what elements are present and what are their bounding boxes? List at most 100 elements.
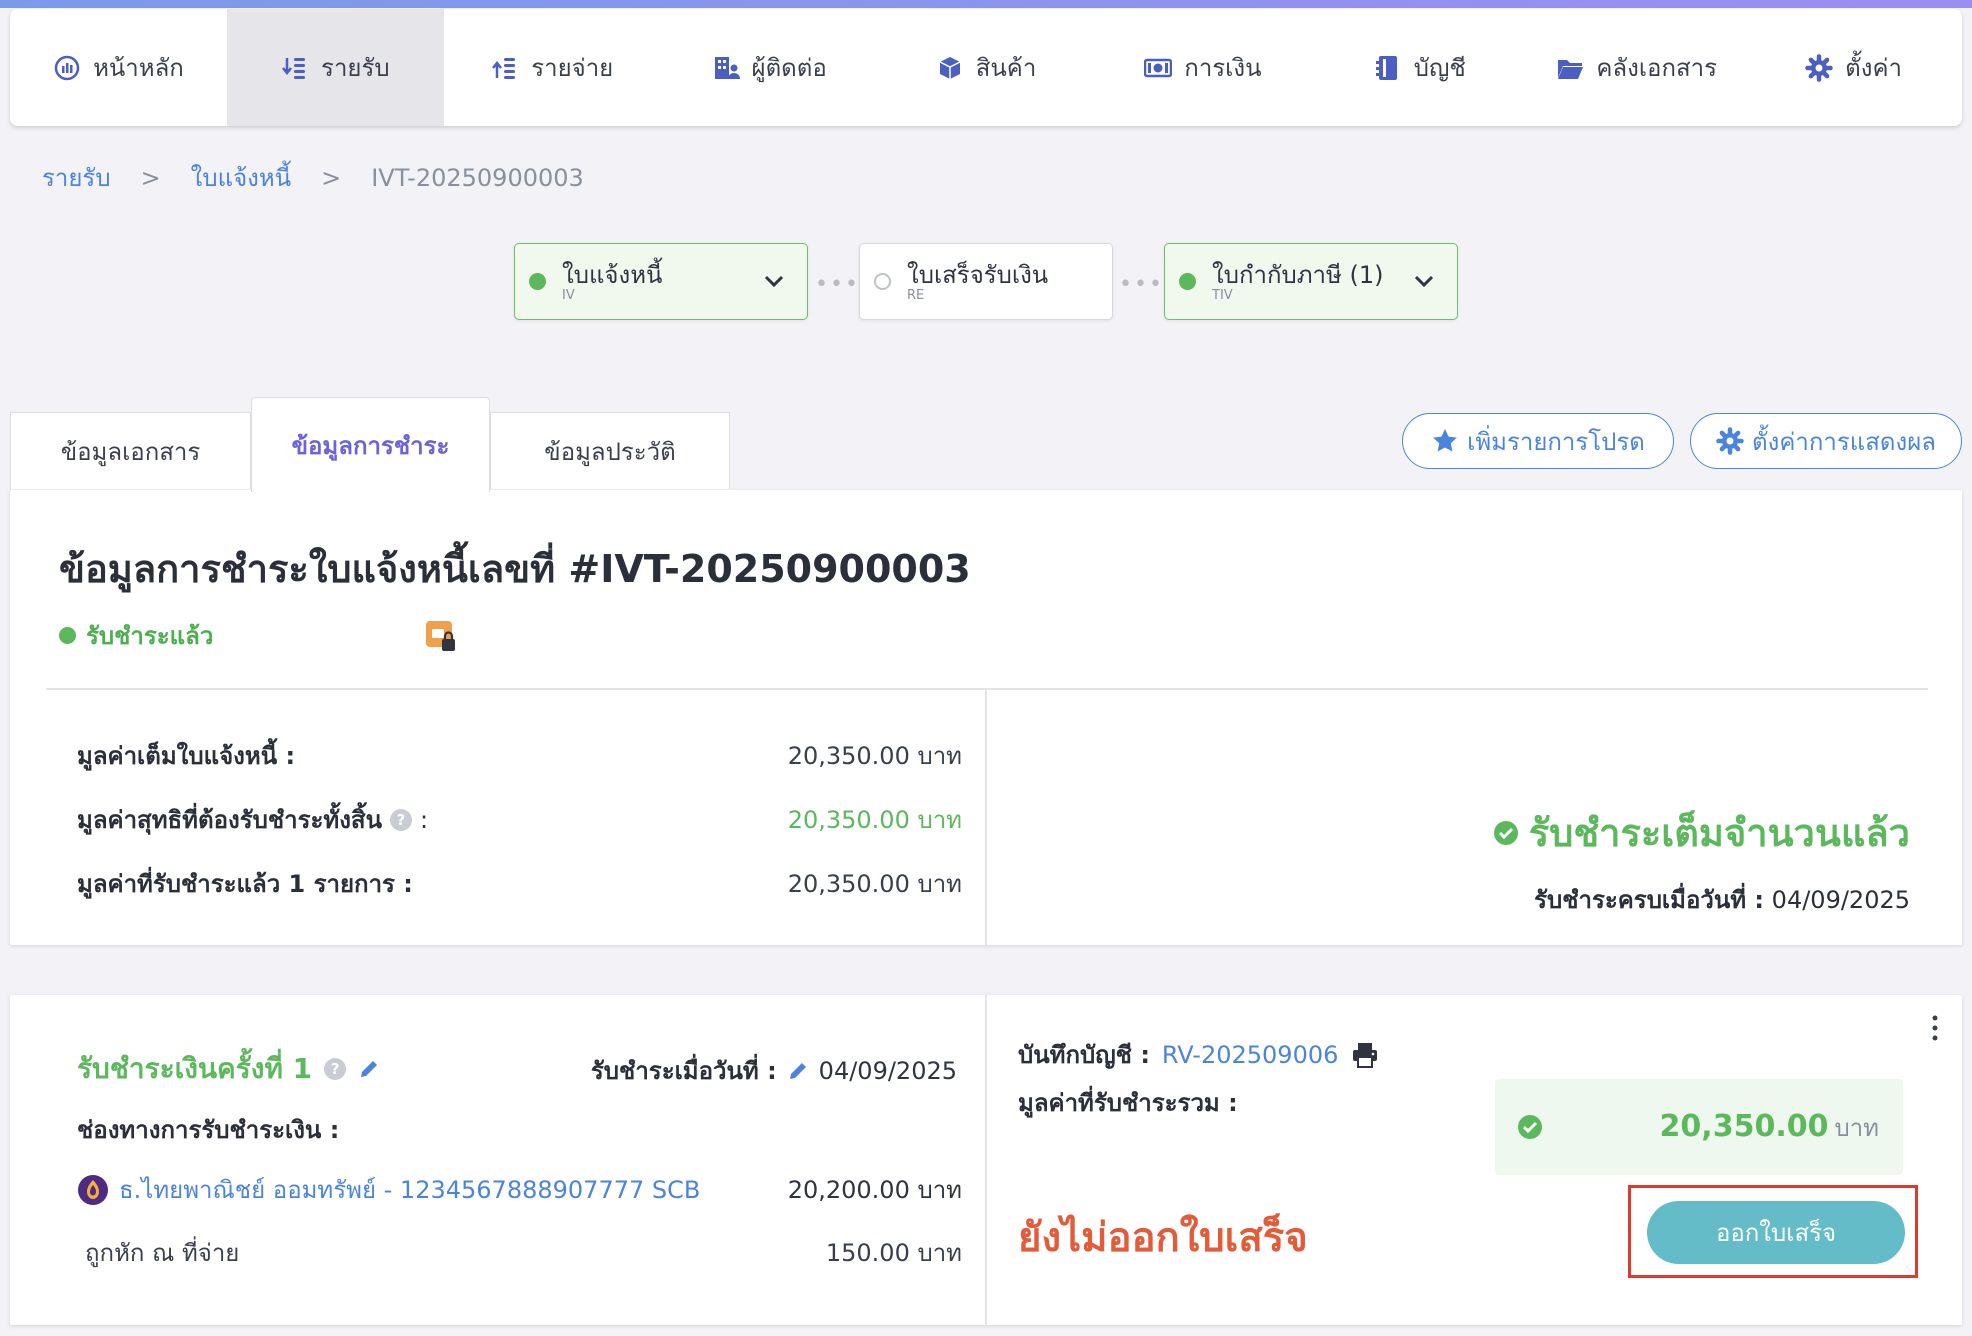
step-status-dot: [874, 273, 891, 290]
main-nav: หน้าหลัก รายรับ รายจ่าย ผู้ติดต่อ สินค้า…: [10, 9, 1962, 126]
paid-date-label: รับชำระครบเมื่อวันที่ :: [1534, 886, 1765, 914]
gear-icon: [1805, 53, 1833, 82]
page-title: ข้อมูลการชำระใบแจ้งหนี้เลขที่ #IVT-20250…: [59, 547, 971, 591]
row-label-suffix: :: [419, 805, 429, 834]
nav-label: คลังเอกสาร: [1596, 54, 1717, 82]
payment-title: รับชำระเงินครั้งที่ 1: [77, 1052, 313, 1085]
divider: [985, 995, 987, 1325]
edit-pencil-icon[interactable]: [358, 1058, 380, 1080]
payment-detail-card: รับชำระเงินครั้งที่ 1 ? รับชำระเมื่อวันท…: [10, 995, 1962, 1325]
withholding-label: ถูกหัก ณ ที่จ่าย: [85, 1239, 240, 1267]
step-code: RE: [907, 287, 925, 303]
account-record-link[interactable]: RV-202509006: [1162, 1041, 1338, 1069]
bank-account-link[interactable]: ธ.ไทยพาณิชย์ ออมทรัพย์ - 123456788890777…: [119, 1170, 700, 1209]
paid-in-full-status: รับชำระเต็มจำนวนแล้ว: [1493, 802, 1910, 863]
withholding-row: ถูกหัก ณ ที่จ่าย 150.00 บาท: [85, 1233, 962, 1272]
tab-document-info[interactable]: ข้อมูลเอกสาร: [10, 412, 251, 489]
chevron-down-icon[interactable]: [761, 268, 787, 294]
nav-label: หน้าหลัก: [93, 54, 184, 82]
step-code: TIV: [1212, 287, 1233, 303]
payment-summary-card: ข้อมูลการชำระใบแจ้งหนี้เลขที่ #IVT-20250…: [10, 490, 1962, 945]
nav-item-expense[interactable]: รายจ่าย: [444, 9, 661, 126]
breadcrumb-current: IVT-20250900003: [371, 163, 584, 192]
step-invoice[interactable]: ใบแจ้งหนี้ IV: [514, 243, 808, 320]
breadcrumb-invoices[interactable]: ใบแจ้งหนี้: [191, 158, 291, 197]
row-label: มูลค่าที่รับชำระแล้ว 1 รายการ :: [77, 870, 413, 898]
nav-label: ผู้ติดต่อ: [751, 54, 827, 82]
step-connector: •••: [1119, 272, 1164, 297]
display-settings-button[interactable]: ตั้งค่าการแสดงผล: [1690, 413, 1962, 469]
row-label-group: มูลค่าสุทธิที่ต้องรับชำระทั้งสิ้น ? :: [77, 800, 428, 839]
contacts-icon: [714, 56, 740, 79]
chevron-down-icon[interactable]: [1411, 268, 1437, 294]
top-accent-bar: [0, 0, 1972, 8]
breadcrumb-separator: >: [140, 163, 161, 192]
locked-document-icon[interactable]: [425, 620, 459, 654]
step-status-dot: [529, 273, 546, 290]
dashboard-icon: [54, 55, 80, 80]
step-tax-invoice[interactable]: ใบกำกับภาษี (1) TIV: [1164, 243, 1458, 320]
more-options-icon[interactable]: [1930, 1013, 1940, 1043]
check-circle-icon: [1518, 1115, 1542, 1139]
summary-row-invoice-total: มูลค่าเต็มใบแจ้งหนี้ : 20,350.00 บาท: [77, 736, 962, 775]
nav-item-accounting[interactable]: บัญชี: [1311, 9, 1528, 126]
total-received-label: มูลค่าที่รับชำระรวม :: [1018, 1089, 1238, 1117]
help-icon[interactable]: ?: [389, 808, 412, 831]
step-receipt[interactable]: ใบเสร็จรับเงิน RE: [859, 243, 1113, 320]
add-favorite-button[interactable]: เพิ่มรายการโปรด: [1402, 413, 1674, 469]
paid-date-value: 04/09/2025: [1771, 886, 1910, 914]
issue-receipt-button[interactable]: ออกใบเสร็จ: [1647, 1201, 1905, 1264]
check-circle-icon: [1493, 820, 1518, 845]
scb-bank-logo-icon: [78, 1174, 108, 1205]
status-badge: รับชำระแล้ว: [59, 616, 213, 655]
withholding-amount: 150.00 บาท: [825, 1239, 962, 1267]
gear-icon: [1716, 427, 1744, 455]
money-icon: [1144, 58, 1173, 77]
row-value: 20,350.00 บาท: [787, 742, 962, 770]
nav-item-settings[interactable]: ตั้งค่า: [1745, 9, 1962, 126]
tab-payment-info[interactable]: ข้อมูลการชำระ: [251, 397, 490, 492]
help-icon[interactable]: ?: [324, 1058, 347, 1080]
printer-icon[interactable]: [1350, 1040, 1380, 1070]
divider: [985, 688, 987, 945]
bank-info: ธ.ไทยพาณิชย์ ออมทรัพย์ - 123456788890777…: [77, 1170, 700, 1209]
nav-item-dashboard[interactable]: หน้าหลัก: [10, 9, 227, 126]
nav-item-income[interactable]: รายรับ: [226, 9, 444, 126]
row-value: 20,350.00 บาท: [787, 806, 962, 834]
tab-history-info[interactable]: ข้อมูลประวัติ: [490, 412, 730, 489]
nav-item-products[interactable]: สินค้า: [878, 9, 1095, 126]
total-received-unit: บาท: [1834, 1113, 1879, 1142]
nav-label: สินค้า: [975, 54, 1037, 82]
paid-in-full-text: รับชำระเต็มจำนวนแล้ว: [1528, 811, 1910, 855]
payment-channel-label: ช่องทางการรับชำระเงิน :: [77, 1116, 340, 1144]
breadcrumb-separator: >: [321, 163, 342, 192]
nav-label: การเงิน: [1184, 54, 1262, 82]
ledger-icon: [1375, 55, 1397, 80]
display-settings-label: ตั้งค่าการแสดงผล: [1752, 427, 1936, 456]
breadcrumb-income[interactable]: รายรับ: [42, 158, 111, 197]
nav-item-contacts[interactable]: ผู้ติดต่อ: [661, 9, 878, 126]
edit-pencil-icon[interactable]: [787, 1060, 809, 1082]
step-code: IV: [562, 287, 575, 303]
receipt-not-issued-text: ยังไม่ออกใบเสร็จ: [1018, 1215, 1308, 1261]
payment-title-group: รับชำระเงินครั้งที่ 1 ?: [77, 1047, 380, 1091]
breadcrumb: รายรับ > ใบแจ้งหนี้ > IVT-20250900003: [42, 158, 584, 197]
nav-label: รายจ่าย: [531, 54, 614, 82]
nav-label: บัญชี: [1413, 54, 1466, 82]
step-label: ใบเสร็จรับเงิน: [907, 260, 1049, 289]
step-label: ใบแจ้งหนี้: [562, 260, 663, 289]
summary-row-paid: มูลค่าที่รับชำระแล้ว 1 รายการ : 20,350.0…: [77, 864, 962, 903]
step-connector: •••: [815, 272, 860, 297]
nav-item-finance[interactable]: การเงิน: [1094, 9, 1311, 126]
status-dot: [59, 627, 76, 644]
nav-item-documents[interactable]: คลังเอกสาร: [1528, 9, 1745, 126]
star-icon: [1433, 429, 1457, 452]
paid-date-line: รับชำระครบเมื่อวันที่ : 04/09/2025: [1534, 880, 1910, 919]
bank-amount: 20,200.00 บาท: [787, 1176, 962, 1204]
nav-label: ตั้งค่า: [1845, 54, 1902, 82]
payment-date-label: รับชำระเมื่อวันที่ :: [590, 1057, 777, 1085]
income-icon: [282, 57, 306, 79]
expense-icon: [492, 57, 516, 79]
row-label: มูลค่าสุทธิที่ต้องรับชำระทั้งสิ้น: [77, 806, 382, 834]
summary-row-net-due: มูลค่าสุทธิที่ต้องรับชำระทั้งสิ้น ? : 20…: [77, 800, 962, 839]
